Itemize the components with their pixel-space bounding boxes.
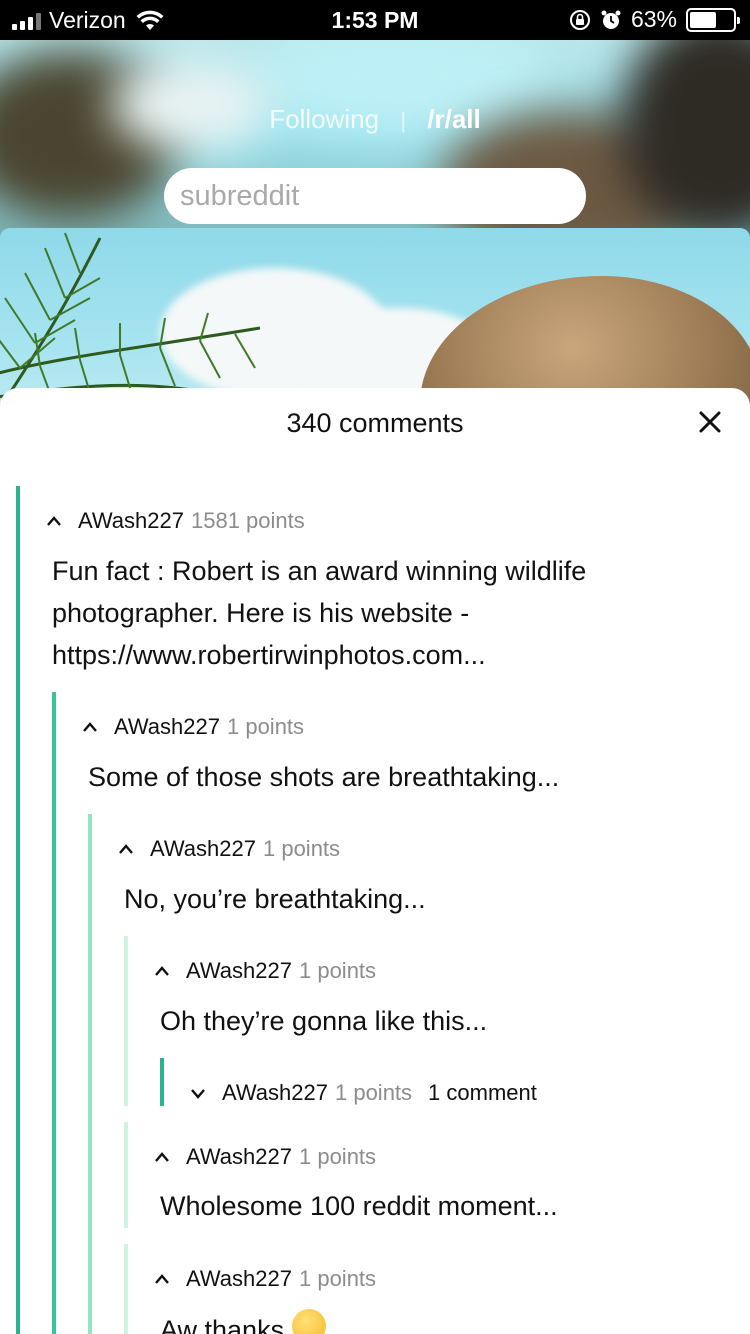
chevron-up-icon[interactable] [154,1273,170,1285]
comment-header[interactable]: AWash227 1581 points [46,508,305,534]
comment-body-text: Aw thanks [160,1315,285,1334]
comment-header[interactable]: AWash227 1 points [154,958,376,984]
comment-author[interactable]: AWash227 [186,1266,292,1292]
comment-body: Some of those shots are breathtaking... [88,762,560,792]
collapsed-comment-header[interactable]: AWash227 1 points 1 comment [190,1080,537,1106]
comment-points: 1 points [298,1266,377,1291]
comment-points: 1 points [226,714,305,739]
comment-body: Wholesome 100 reddit moment... [160,1191,558,1221]
thread-line-level-3[interactable] [88,814,92,1334]
status-bar: Verizon 1:53 PM 63% [0,0,750,40]
chevron-down-icon[interactable] [190,1087,206,1099]
chevron-up-icon[interactable] [82,721,98,733]
comment-header[interactable]: AWash227 1 points [82,714,304,740]
comment-author[interactable]: AWash227 [114,714,220,740]
thread-line-level-4[interactable] [124,1244,128,1334]
collapsed-reply-count[interactable]: 1 comment [428,1080,537,1106]
comment-header[interactable]: AWash227 1 points [154,1266,376,1292]
thread-line-level-4[interactable] [124,1122,128,1228]
comment-header[interactable]: AWash227 1 points [118,836,340,862]
comment-header[interactable]: AWash227 1 points [154,1144,376,1170]
comment-body: Aw thanks [160,1305,720,1334]
thread-line-level-1[interactable] [16,486,20,1334]
comment-author[interactable]: AWash227 [78,508,184,534]
thread-line-level-4[interactable] [124,936,128,1106]
alarm-icon [601,10,621,29]
comment-points: 1 points [334,1080,413,1105]
battery-icon [686,7,740,32]
battery-percentage: 63% [630,6,677,32]
comment-author[interactable]: AWash227 [186,958,292,984]
chevron-up-icon[interactable] [118,843,134,855]
comment-body: Fun fact : Robert is an award winning wi… [52,556,587,670]
feed-header: Following | /r/all [0,40,750,240]
comments-sheet: 340 comments AWash227 1581 points Fun fa… [0,388,750,1334]
comment-author[interactable]: AWash227 [222,1080,328,1106]
tab-all[interactable]: /r/all [427,104,480,134]
close-icon[interactable] [698,410,722,434]
comment-points: 1 points [298,958,377,983]
chevron-up-icon[interactable] [46,515,62,527]
comment-points: 1 points [298,1144,377,1169]
comment-points: 1581 points [190,508,305,533]
smiling-face-emoji-icon [291,1309,326,1334]
comment-author[interactable]: AWash227 [150,836,256,862]
chevron-up-icon[interactable] [154,1151,170,1163]
rotation-lock-icon [569,9,590,30]
thread-line-level-2[interactable] [52,692,56,1334]
comment-body: No, you’re breathtaking... [124,884,426,914]
chevron-up-icon[interactable] [154,965,170,977]
comment-body: Oh they’re gonna like this... [160,1006,488,1036]
palm-leaves-graphic [0,232,261,408]
thread-line-level-5[interactable] [160,1058,164,1106]
comments-count-title: 340 comments [286,408,464,438]
comment-points: 1 points [262,836,341,861]
comment-author[interactable]: AWash227 [186,1144,292,1170]
tab-separator: | [400,108,407,133]
feed-tabs: Following | /r/all [0,104,750,135]
tab-following[interactable]: Following [269,104,379,134]
subreddit-search-input[interactable] [164,168,586,224]
